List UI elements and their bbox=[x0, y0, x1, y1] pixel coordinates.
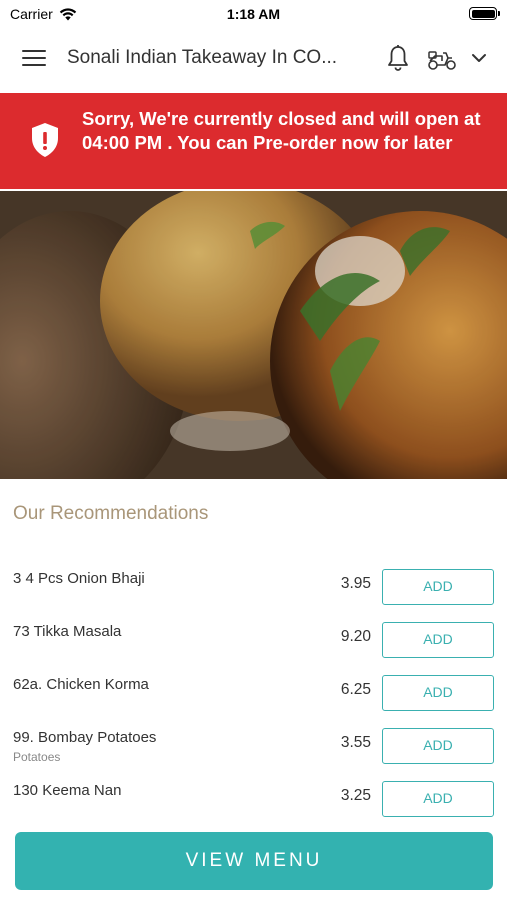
page-title: Sonali Indian Takeaway In CO... bbox=[67, 47, 338, 68]
list-item: 99. Bombay Potatoes Potatoes 3.55 ADD bbox=[0, 719, 507, 772]
battery-icon bbox=[469, 7, 500, 20]
add-button[interactable]: ADD bbox=[382, 728, 494, 764]
scooter-icon[interactable] bbox=[426, 46, 458, 72]
chevron-down-icon[interactable] bbox=[470, 50, 488, 66]
add-button[interactable]: ADD bbox=[382, 675, 494, 711]
hero-food-image bbox=[0, 191, 507, 479]
item-price: 3.55 bbox=[340, 734, 371, 751]
item-price: 6.25 bbox=[340, 681, 371, 698]
list-item: 62a. Chicken Korma 6.25 ADD bbox=[0, 666, 507, 719]
add-button[interactable]: ADD bbox=[382, 622, 494, 658]
status-bar: Carrier 1:18 AM bbox=[0, 0, 507, 28]
menu-icon[interactable] bbox=[22, 50, 46, 68]
item-price: 3.25 bbox=[340, 787, 371, 804]
item-name: 3 4 Pcs Onion Bhaji bbox=[13, 570, 145, 587]
shield-alert-icon bbox=[32, 123, 58, 157]
closed-banner: Sorry, We're currently closed and will o… bbox=[0, 93, 507, 189]
view-menu-button[interactable]: VIEW MENU bbox=[15, 832, 493, 890]
item-description: Potatoes bbox=[13, 750, 61, 764]
food-illustration bbox=[0, 191, 507, 479]
list-item: 3 4 Pcs Onion Bhaji 3.95 ADD bbox=[0, 560, 507, 613]
item-price: 3.95 bbox=[340, 575, 371, 592]
add-button[interactable]: ADD bbox=[382, 569, 494, 605]
add-button[interactable]: ADD bbox=[382, 781, 494, 817]
status-time: 1:18 AM bbox=[226, 6, 281, 22]
list-item: 130 Keema Nan 3.25 ADD bbox=[0, 772, 507, 825]
closed-message: Sorry, We're currently closed and will o… bbox=[82, 108, 481, 153]
item-name: 62a. Chicken Korma bbox=[13, 676, 149, 693]
item-name: 73 Tikka Masala bbox=[13, 623, 122, 640]
bell-icon[interactable] bbox=[386, 44, 410, 72]
item-name: 99. Bombay Potatoes bbox=[13, 729, 157, 746]
recommendations-list: 3 4 Pcs Onion Bhaji 3.95 ADD 73 Tikka Ma… bbox=[0, 560, 507, 825]
item-price: 9.20 bbox=[340, 628, 371, 645]
item-name: 130 Keema Nan bbox=[13, 782, 122, 799]
app-header: Sonali Indian Takeaway In CO... bbox=[0, 30, 507, 90]
section-title: Our Recommendations bbox=[13, 503, 209, 524]
list-item: 73 Tikka Masala 9.20 ADD bbox=[0, 613, 507, 666]
